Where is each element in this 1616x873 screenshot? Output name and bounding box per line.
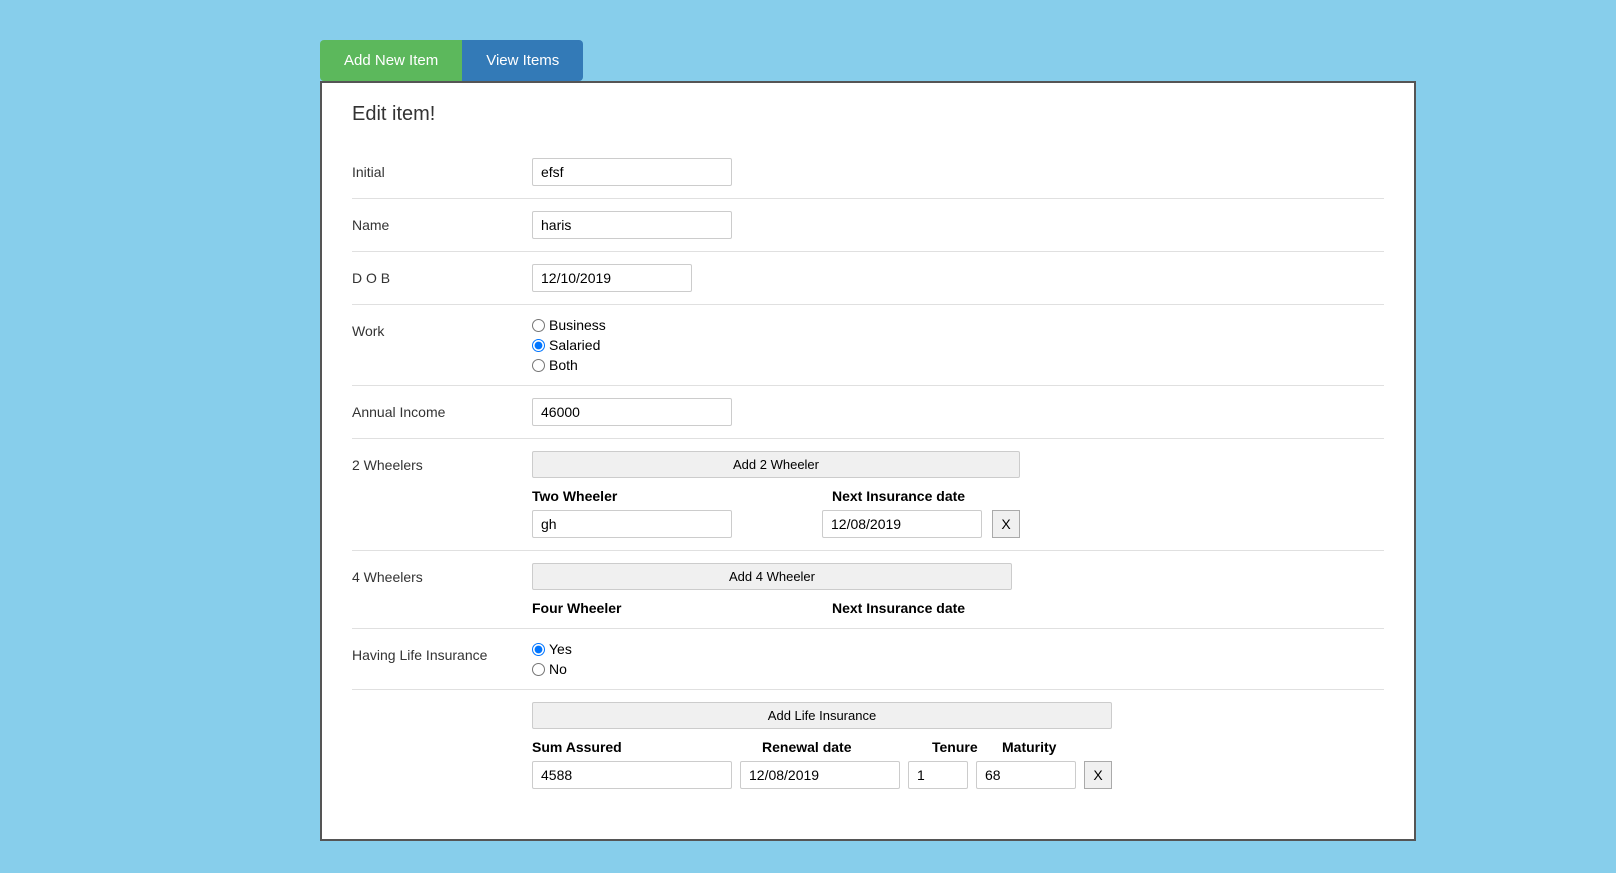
two-wheeler-inputs: X (532, 510, 1020, 538)
work-radio-group: Business Salaried Both (532, 317, 606, 373)
form-title: Edit item! (352, 103, 1384, 126)
add-2wheeler-button[interactable]: Add 2 Wheeler (532, 451, 1020, 478)
work-both-radio[interactable] (532, 359, 545, 372)
annual-income-input[interactable] (532, 398, 732, 426)
life-insurance-inputs: X (532, 761, 1112, 789)
dob-label: D O B (352, 264, 532, 286)
initial-label: Initial (352, 158, 532, 180)
name-row: Name (352, 199, 1384, 252)
work-business-radio[interactable] (532, 319, 545, 332)
li-renewal-input[interactable] (740, 761, 900, 789)
work-label: Work (352, 317, 532, 339)
four-wheelers-label: 4 Wheelers (352, 563, 532, 585)
life-insurance-yes-option[interactable]: Yes (532, 641, 572, 657)
life-insurance-details-section: Add Life Insurance Sum Assured Renewal d… (532, 702, 1112, 789)
view-items-tab[interactable]: View Items (462, 40, 583, 81)
li-renewal-col-header: Renewal date (762, 739, 922, 755)
life-insurance-yes-label: Yes (549, 641, 572, 657)
li-maturity-input[interactable] (976, 761, 1076, 789)
li-tenure-col-header: Tenure (932, 739, 992, 755)
two-wheeler-remove-button[interactable]: X (992, 510, 1020, 538)
two-wheelers-label: 2 Wheelers (352, 451, 532, 473)
two-wheeler-name-input[interactable] (532, 510, 732, 538)
life-insurance-no-label: No (549, 661, 567, 677)
life-insurance-no-radio[interactable] (532, 663, 545, 676)
two-wheeler-insurance-col-header: Next Insurance date (832, 488, 1012, 504)
add-life-insurance-button[interactable]: Add Life Insurance (532, 702, 1112, 729)
dob-input[interactable] (532, 264, 692, 292)
add-4wheeler-button[interactable]: Add 4 Wheeler (532, 563, 1012, 590)
annual-income-label: Annual Income (352, 398, 532, 420)
work-row: Work Business Salaried Both (352, 305, 1384, 386)
life-insurance-details-placeholder (352, 702, 532, 708)
initial-input[interactable] (532, 158, 732, 186)
work-salaried-option[interactable]: Salaried (532, 337, 606, 353)
two-wheeler-headers: Two Wheeler Next Insurance date (532, 488, 1020, 504)
dob-row: D O B (352, 252, 1384, 305)
work-business-label: Business (549, 317, 606, 333)
li-maturity-col-header: Maturity (1002, 739, 1102, 755)
annual-income-row: Annual Income (352, 386, 1384, 439)
life-insurance-details-row: Add Life Insurance Sum Assured Renewal d… (352, 690, 1384, 801)
work-business-option[interactable]: Business (532, 317, 606, 333)
four-wheelers-section: Add 4 Wheeler Four Wheeler Next Insuranc… (532, 563, 1012, 616)
life-insurance-radio-group: Yes No (532, 641, 572, 677)
life-insurance-yes-radio[interactable] (532, 643, 545, 656)
work-salaried-label: Salaried (549, 337, 600, 353)
two-wheelers-section: Add 2 Wheeler Two Wheeler Next Insurance… (532, 451, 1020, 538)
li-tenure-input[interactable] (908, 761, 968, 789)
li-sum-col-header: Sum Assured (532, 739, 732, 755)
edit-form-container: Edit item! Initial Name D O B Work Busin… (320, 81, 1416, 841)
life-insurance-label: Having Life Insurance (352, 641, 532, 663)
four-wheeler-col-header: Four Wheeler (532, 600, 732, 616)
two-wheeler-col-header: Two Wheeler (532, 488, 732, 504)
life-insurance-remove-button[interactable]: X (1084, 761, 1112, 789)
li-sum-input[interactable] (532, 761, 732, 789)
life-insurance-headers: Sum Assured Renewal date Tenure Maturity (532, 739, 1112, 755)
two-wheelers-row: 2 Wheelers Add 2 Wheeler Two Wheeler Nex… (352, 439, 1384, 551)
work-both-option[interactable]: Both (532, 357, 606, 373)
work-both-label: Both (549, 357, 578, 373)
add-new-item-tab[interactable]: Add New Item (320, 40, 462, 81)
four-wheelers-row: 4 Wheelers Add 4 Wheeler Four Wheeler Ne… (352, 551, 1384, 629)
name-label: Name (352, 211, 532, 233)
life-insurance-no-option[interactable]: No (532, 661, 572, 677)
initial-row: Initial (352, 146, 1384, 199)
four-wheeler-insurance-col-header: Next Insurance date (832, 600, 1012, 616)
life-insurance-row: Having Life Insurance Yes No (352, 629, 1384, 690)
two-wheeler-date-input[interactable] (822, 510, 982, 538)
four-wheeler-headers: Four Wheeler Next Insurance date (532, 600, 1012, 616)
name-input[interactable] (532, 211, 732, 239)
work-salaried-radio[interactable] (532, 339, 545, 352)
